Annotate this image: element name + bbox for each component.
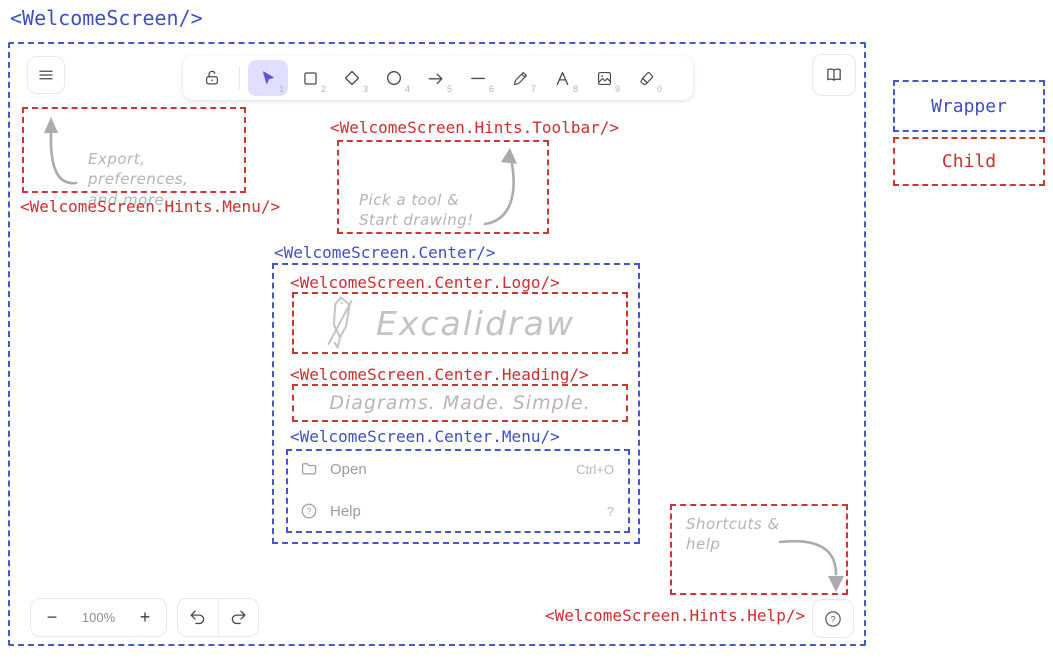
- svg-text:?: ?: [307, 506, 312, 516]
- page-title: <WelcomeScreen/>: [10, 6, 203, 30]
- excalidraw-logo-icon: [322, 294, 360, 352]
- hints-help-outline: Shortcuts & help: [670, 504, 848, 595]
- center-menu-outline: Open Ctrl+O ? Help ?: [286, 449, 630, 533]
- eraser-icon: [637, 69, 656, 88]
- hint-arrow-down-icon: [776, 530, 846, 596]
- zoom-in-button[interactable]: +: [124, 599, 166, 636]
- svg-text:?: ?: [830, 614, 835, 624]
- hints-menu-label: <WelcomeScreen.Hints.Menu/>: [20, 197, 280, 216]
- center-heading-outline: Diagrams. Made. Simple.: [292, 384, 628, 422]
- zoom-level[interactable]: 100%: [73, 599, 124, 636]
- folder-icon: [300, 460, 318, 478]
- hint-help-text: Shortcuts & help: [686, 514, 780, 555]
- redo-icon: [229, 608, 248, 627]
- legend-child: Child: [893, 137, 1045, 186]
- center-heading-label: <WelcomeScreen.Center.Heading/>: [290, 365, 589, 384]
- tool-text[interactable]: 8: [542, 60, 582, 96]
- rectangle-icon: [301, 69, 320, 88]
- hint-toolbar-text: Pick a tool & Start drawing!: [359, 190, 474, 231]
- book-icon: [824, 65, 844, 85]
- ellipse-icon: [384, 68, 404, 88]
- welcome-screen-doc-page: <WelcomeScreen/> 1 2: [0, 0, 1053, 661]
- diamond-icon: [342, 68, 362, 88]
- tool-selection[interactable]: 1: [248, 60, 288, 96]
- tool-rectangle[interactable]: 2: [290, 60, 330, 96]
- question-circle-icon: ?: [823, 609, 843, 629]
- toolbar: 1 2 3 4 5: [183, 56, 693, 100]
- tool-eraser[interactable]: 0: [626, 60, 666, 96]
- cursor-icon: [259, 69, 277, 87]
- center-logo-outline: Excalidraw: [292, 292, 628, 354]
- help-button[interactable]: ?: [812, 599, 854, 638]
- excalidraw-logo: Excalidraw: [294, 294, 626, 352]
- tool-image[interactable]: 9: [584, 60, 624, 96]
- hints-help-label: <WelcomeScreen.Hints.Help/>: [545, 606, 805, 625]
- center-menu-label: <WelcomeScreen.Center.Menu/>: [290, 427, 560, 446]
- tool-ellipse[interactable]: 4: [374, 60, 414, 96]
- hints-toolbar-outline: Pick a tool & Start drawing!: [337, 140, 549, 234]
- lock-button[interactable]: [193, 60, 231, 96]
- tool-arrow[interactable]: 5: [416, 60, 456, 96]
- tool-diamond[interactable]: 3: [332, 60, 372, 96]
- redo-button[interactable]: [218, 599, 259, 636]
- hints-menu-outline: Export, preferences, and more...: [22, 107, 246, 193]
- history-controls: [177, 598, 259, 637]
- zoom-controls: − 100% +: [30, 598, 167, 637]
- unlock-icon: [202, 68, 222, 88]
- undo-icon: [188, 608, 207, 627]
- legend-wrapper: Wrapper: [893, 80, 1045, 132]
- center-label: <WelcomeScreen.Center/>: [274, 243, 496, 262]
- tool-draw[interactable]: 7: [500, 60, 540, 96]
- tool-line[interactable]: 6: [458, 60, 498, 96]
- center-logo-label: <WelcomeScreen.Center.Logo/>: [290, 273, 560, 292]
- hint-arrow-up-icon: [477, 144, 527, 228]
- center-outline: <WelcomeScreen.Center.Logo/> Excalidraw …: [272, 263, 640, 544]
- undo-button[interactable]: [178, 599, 218, 636]
- toolbar-divider: [239, 66, 240, 90]
- line-icon: [468, 68, 488, 88]
- arrow-icon: [426, 68, 446, 88]
- library-button[interactable]: [812, 54, 856, 96]
- center-menu: Open Ctrl+O ? Help ?: [288, 451, 628, 531]
- question-circle-icon: ?: [300, 502, 318, 520]
- excalidraw-logo-text: Excalidraw: [376, 304, 575, 343]
- menu-item-help[interactable]: ? Help ?: [300, 502, 614, 520]
- hamburger-icon: [37, 66, 55, 84]
- menu-item-open[interactable]: Open Ctrl+O: [300, 460, 614, 478]
- hint-arrow-up-icon: [38, 111, 88, 191]
- pencil-icon: [511, 69, 530, 88]
- text-icon: [553, 69, 572, 88]
- main-menu-button[interactable]: [27, 56, 65, 94]
- zoom-out-button[interactable]: −: [31, 599, 73, 636]
- image-icon: [595, 69, 614, 88]
- center-heading-text: Diagrams. Made. Simple.: [294, 392, 626, 414]
- hints-toolbar-label: <WelcomeScreen.Hints.Toolbar/>: [330, 118, 619, 137]
